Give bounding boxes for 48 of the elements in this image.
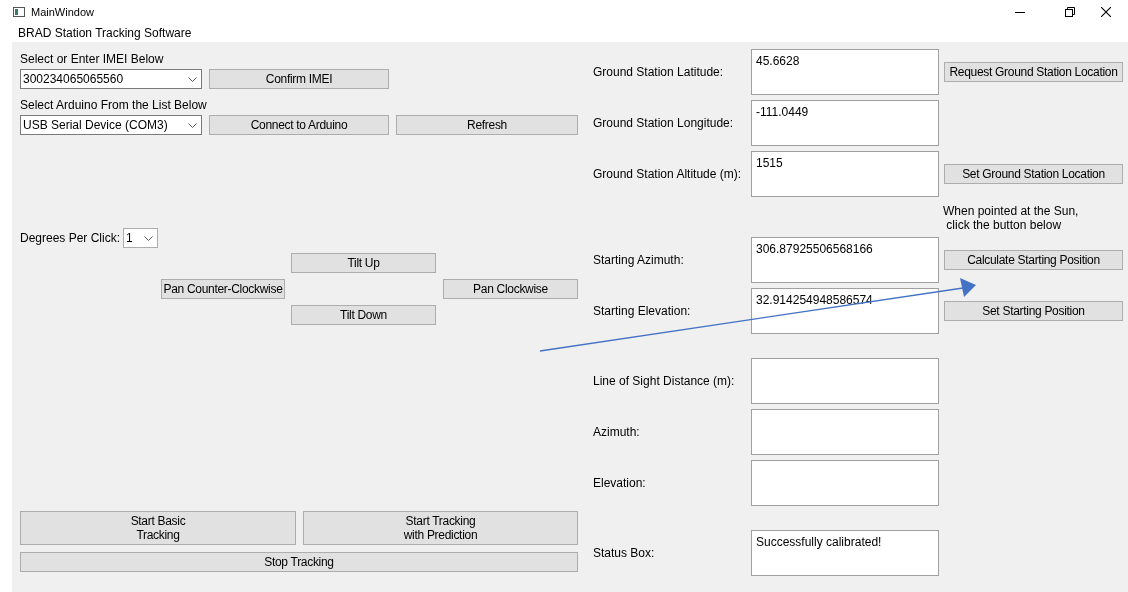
- sun-hint: When pointed at the Sun, click the button below: [943, 204, 1080, 234]
- refresh-button[interactable]: Refresh: [396, 115, 578, 135]
- connect-button[interactable]: Connect to Arduino: [209, 115, 389, 135]
- degrees-label: Degrees Per Click:: [20, 230, 121, 247]
- imei-combo[interactable]: 300234065065560: [20, 69, 202, 89]
- basic-tracking-button[interactable]: Start Basic Tracking: [20, 511, 296, 545]
- tilt-up-button[interactable]: Tilt Up: [291, 253, 436, 273]
- window-icon: [13, 7, 25, 17]
- stop-tracking-button[interactable]: Stop Tracking: [20, 552, 578, 572]
- pan-ccw-button[interactable]: Pan Counter-Clockwise: [161, 279, 285, 299]
- field-label: Starting Azimuth:: [593, 252, 685, 269]
- confirm-button[interactable]: Confirm IMEI: [209, 69, 389, 89]
- text-field[interactable]: 45.6628: [751, 49, 939, 95]
- text-field[interactable]: [751, 460, 939, 506]
- action-button[interactable]: Request Ground Station Location: [944, 62, 1123, 82]
- tilt-down-button[interactable]: Tilt Down: [291, 305, 436, 325]
- arduino-label: Select Arduino From the List Below: [20, 97, 208, 111]
- field-label: Ground Station Altitude (m):: [593, 166, 743, 183]
- action-button[interactable]: Calculate Starting Position: [944, 250, 1123, 270]
- chevron-down-icon: [188, 122, 197, 128]
- degrees-combo[interactable]: 1: [123, 228, 159, 248]
- close-icon[interactable]: [1101, 7, 1111, 17]
- text-field[interactable]: -111.0449: [751, 100, 939, 146]
- imei-label: Select or Enter IMEI Below: [20, 51, 165, 65]
- field-label: Status Box:: [593, 545, 656, 562]
- field-label: Elevation:: [593, 475, 647, 492]
- chevron-down-icon: [188, 76, 197, 82]
- arduino-combo[interactable]: USB Serial Device (COM3): [20, 115, 202, 135]
- action-button[interactable]: Set Starting Position: [944, 301, 1123, 321]
- chevron-down-icon: [144, 235, 154, 241]
- text-field[interactable]: [751, 409, 939, 455]
- action-button[interactable]: Set Ground Station Location: [944, 164, 1123, 184]
- text-field[interactable]: 306.87925506568166: [751, 237, 939, 283]
- pan-cw-button[interactable]: Pan Clockwise: [443, 279, 578, 299]
- field-label: Line of Sight Distance (m):: [593, 373, 736, 390]
- window-title: MainWindow: [31, 4, 94, 20]
- text-field[interactable]: [751, 358, 939, 404]
- text-field[interactable]: Successfully calibrated!: [751, 530, 939, 576]
- field-label: Starting Elevation:: [593, 303, 692, 320]
- app-title: BRAD Station Tracking Software: [18, 25, 192, 42]
- field-label: Ground Station Latitude:: [593, 64, 725, 81]
- field-label: Ground Station Longitude:: [593, 115, 735, 132]
- restore-icon[interactable]: [1065, 7, 1075, 17]
- field-label: Azimuth:: [593, 424, 641, 441]
- text-field[interactable]: 32.914254948586574: [751, 288, 939, 334]
- prediction-tracking-button[interactable]: Start Tracking with Prediction: [303, 511, 578, 545]
- text-field[interactable]: 1515: [751, 151, 939, 197]
- minimize-icon[interactable]: [1015, 11, 1025, 13]
